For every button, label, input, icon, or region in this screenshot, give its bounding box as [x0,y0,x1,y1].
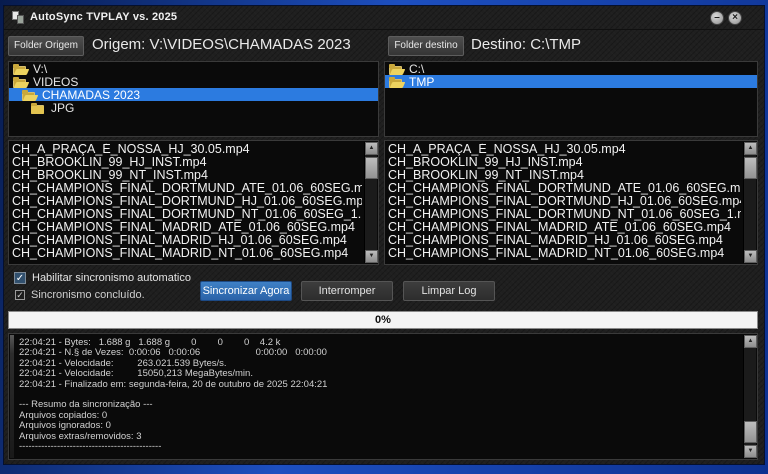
title-bar[interactable]: AutoSync TVPLAY vs. 2025 – × [4,6,764,30]
scroll-up-icon[interactable]: ▲ [744,335,757,348]
auto-sync-checkbox-label: Habilitar sincronismo automatico [32,272,191,284]
log-left-strip [10,335,14,458]
log-panel[interactable]: 22:04:21 - Bytes: 1.688 g 1.688 g 0 0 0 … [8,333,758,460]
tree-item-label: VIDEOS [33,75,78,89]
log-lines: 22:04:21 - Bytes: 1.688 g 1.688 g 0 0 0 … [19,338,741,452]
folder-icon [31,103,47,114]
origin-file-list: CH_A_PRAÇA_É_NOSSA_HJ_30.05.mp4 CH_BROOK… [8,140,379,265]
tree-item-label: CHAMADAS 2023 [42,88,140,102]
tree-item-selected[interactable]: TMP [385,75,757,88]
tree-item-label: C:\ [409,62,424,76]
scrollbar-thumb[interactable] [744,421,757,443]
folder-open-icon [22,90,38,101]
log-line: Arquivos copiados: 0 [19,411,741,421]
scroll-up-icon[interactable]: ▲ [365,142,378,155]
folder-origin-button[interactable]: Folder Origem [8,36,84,56]
checkbox-checked-icon[interactable]: ✓ [14,272,26,284]
destination-file-list: CH_A_PRAÇA_É_NOSSA_HJ_30.05.mp4 CH_BROOK… [384,140,758,265]
minimize-button[interactable]: – [710,11,724,25]
app-sync-icon [12,11,25,25]
folder-open-icon [389,64,405,75]
tree-item-label: TMP [409,75,434,89]
folder-open-icon [13,77,29,88]
destination-file-rows: CH_A_PRAÇA_É_NOSSA_HJ_30.05.mp4 CH_BROOK… [388,143,741,264]
close-button[interactable]: × [728,11,742,25]
scroll-up-icon[interactable]: ▲ [744,142,757,155]
clear-log-button[interactable]: Limpar Log [403,281,495,301]
log-line: ----------------------------------------… [19,442,741,452]
sync-done-checkbox-row[interactable]: ✓ Sincronismo concluído. [15,289,145,301]
progress-bar: 0% [8,311,758,329]
scroll-down-icon[interactable]: ▼ [744,445,757,458]
folder-open-icon [13,64,29,75]
app-window: AutoSync TVPLAY vs. 2025 – × Folder Orig… [4,6,764,464]
folder-destination-button[interactable]: Folder destino [388,36,464,56]
window-title: AutoSync TVPLAY vs. 2025 [30,11,177,23]
tree-item-selected[interactable]: CHAMADAS 2023 [9,88,378,101]
sync-done-checkbox-label: Sincronismo concluído. [31,289,145,301]
origin-folder-tree: V:\ VIDEOS CHAMADAS 2023 JPG [8,61,379,137]
interrupt-button[interactable]: Interromper [301,281,393,301]
tree-item[interactable]: C:\ [385,62,757,75]
folder-open-icon [389,77,405,88]
destination-folder-tree: C:\ TMP [384,61,758,137]
log-scrollbar[interactable]: ▲ ▼ [743,335,756,458]
origin-path-label: Origem: V:\VIDEOS\CHAMADAS 2023 [92,36,351,53]
auto-sync-checkbox-row[interactable]: ✓ Habilitar sincronismo automatico [14,272,191,284]
origin-file-rows: CH_A_PRAÇA_É_NOSSA_HJ_30.05.mp4 CH_BROOK… [12,143,362,264]
file-item[interactable]: CH_CHAMPIONS_FINAL_MADRID_NT_01.06_60SEG… [12,247,362,260]
log-line: 22:04:21 - Finalizado em: segunda-feira,… [19,380,741,390]
destination-list-scrollbar[interactable]: ▲ ▼ [743,142,756,263]
tree-item[interactable]: V:\ [9,62,378,75]
sync-now-button[interactable]: Sincronizar Agora [200,281,292,301]
destination-path-label: Destino: C:\TMP [471,36,581,53]
origin-list-scrollbar[interactable]: ▲ ▼ [364,142,377,263]
scrollbar-thumb[interactable] [365,157,378,179]
checkbox-checked-icon[interactable]: ✓ [15,290,25,300]
log-line: --- Resumo da sincronização --- [19,400,741,410]
scroll-down-icon[interactable]: ▼ [365,250,378,263]
scrollbar-thumb[interactable] [744,157,757,179]
file-item[interactable]: CH_CHAMPIONS_FINAL_MADRID_NT_01.06_60SEG… [388,247,741,260]
tree-item-label: V:\ [33,62,47,76]
scroll-down-icon[interactable]: ▼ [744,250,757,263]
tree-item[interactable]: VIDEOS [9,75,378,88]
tree-item-label: JPG [51,101,74,115]
tree-item[interactable]: JPG [9,101,378,114]
